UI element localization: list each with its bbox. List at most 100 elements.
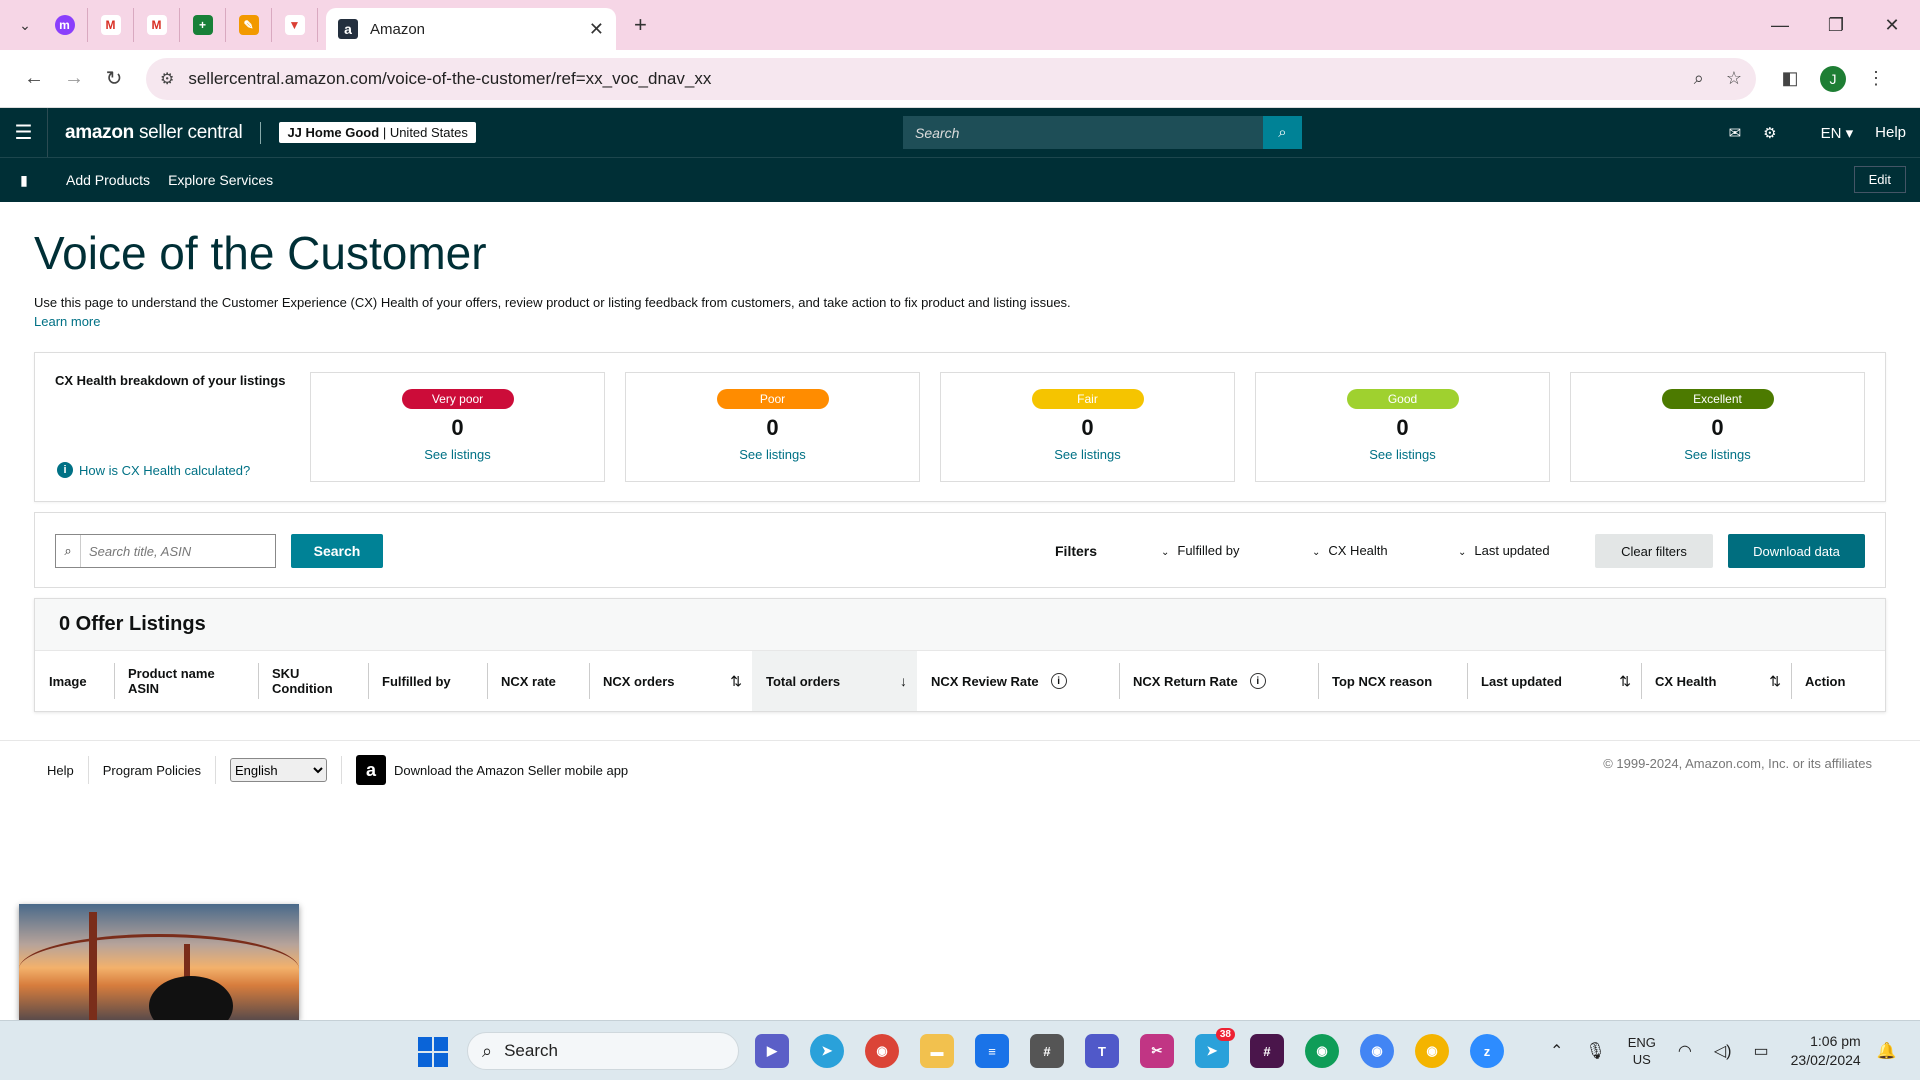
- bookmark-icon[interactable]: ▮: [0, 172, 48, 189]
- system-tray: ⌃ 🎙 ENG US ◠ ◁) ▭ 1:06 pm 23/02/2024 🔔: [1550, 1021, 1919, 1080]
- mail-icon[interactable]: ✉: [1729, 124, 1742, 142]
- meet-app-icon[interactable]: ▶: [755, 1034, 789, 1068]
- see-listings-very-poor[interactable]: See listings: [311, 447, 604, 462]
- side-panel-icon[interactable]: ◧: [1770, 68, 1810, 89]
- notepad-icon[interactable]: ≡: [975, 1034, 1009, 1068]
- menu-kebab-icon[interactable]: ⋮: [1856, 68, 1896, 89]
- gmail-icon: M: [100, 15, 121, 35]
- taskbar-apps: ▶ ➤ ◉ ▬ ≡ # T ✂ ➤ 38 # ◉ ◉ ◉ z: [755, 1028, 1525, 1068]
- filter-fulfilled-by[interactable]: ⌄ Fulfilled by: [1161, 543, 1240, 558]
- seller-central-logo[interactable]: amazon seller central: [65, 121, 243, 144]
- pinned-tab-todoist[interactable]: ▼: [272, 8, 318, 42]
- wifi-icon[interactable]: ◠: [1678, 1041, 1692, 1061]
- help-link[interactable]: Help: [1875, 124, 1906, 141]
- filter-last-updated[interactable]: ⌄ Last updated: [1458, 543, 1550, 558]
- pinned-tab-sheets[interactable]: +: [180, 8, 226, 42]
- filter-cx-health[interactable]: ⌄ CX Health: [1312, 543, 1388, 558]
- chevron-up-icon[interactable]: ⌃: [1550, 1041, 1563, 1061]
- volume-icon[interactable]: ◁): [1714, 1041, 1732, 1061]
- listing-search-input[interactable]: [81, 535, 275, 567]
- store-selector[interactable]: JJ Home Good | United States: [279, 122, 476, 143]
- settings-gear-icon[interactable]: ⚙: [1763, 124, 1776, 142]
- header-search-input[interactable]: [903, 116, 1263, 149]
- col-image-label: Image: [49, 673, 87, 689]
- pinned-tab-gmail[interactable]: M: [88, 8, 134, 42]
- zoom-icon[interactable]: ⌕: [1694, 68, 1704, 89]
- cx-health-calc-link[interactable]: i How is CX Health calculated?: [57, 462, 250, 478]
- lang-line1: ENG: [1627, 1035, 1656, 1050]
- footer-language-select[interactable]: English: [230, 758, 328, 782]
- learn-more-link[interactable]: Learn more: [34, 314, 100, 329]
- header-search-button[interactable]: ⌕: [1263, 116, 1302, 149]
- see-listings-excellent[interactable]: See listings: [1571, 447, 1864, 462]
- windows-start-icon[interactable]: [418, 1037, 448, 1067]
- nav-add-products[interactable]: Add Products: [66, 172, 150, 188]
- restore-icon[interactable]: ❐: [1808, 15, 1864, 36]
- calculator-icon[interactable]: #: [1030, 1034, 1064, 1068]
- profile-avatar[interactable]: J: [1820, 65, 1846, 92]
- sort-desc-icon[interactable]: ↓: [900, 673, 907, 689]
- bookmark-star-icon[interactable]: ☆: [1726, 68, 1742, 89]
- close-tab-icon[interactable]: ✕: [589, 19, 604, 40]
- close-window-icon[interactable]: ✕: [1864, 15, 1920, 36]
- edit-nav-button[interactable]: Edit: [1853, 166, 1906, 193]
- page-title: Voice of the Customer: [34, 227, 487, 279]
- chrome-icon[interactable]: ◉: [1360, 1034, 1394, 1068]
- back-icon[interactable]: ←: [14, 59, 54, 99]
- teams-icon[interactable]: T: [1085, 1034, 1119, 1068]
- chrome-icon[interactable]: ◉: [865, 1034, 899, 1068]
- pinned-tab-app[interactable]: ✎: [226, 8, 272, 42]
- telegram-icon[interactable]: ➤ 38: [1195, 1028, 1235, 1068]
- logo-sub: seller central: [138, 121, 243, 143]
- chrome-icon[interactable]: ◉: [1305, 1034, 1339, 1068]
- pinned-tab-messenger[interactable]: m: [42, 8, 88, 42]
- mobile-app-link[interactable]: Download the Amazon Seller mobile app: [394, 763, 628, 778]
- new-tab-icon[interactable]: +: [634, 12, 647, 38]
- col-top-ncx-reason: Top NCX reason: [1318, 651, 1467, 711]
- video-thumbnail[interactable]: [19, 904, 299, 1020]
- snipping-tool-icon[interactable]: ✂: [1140, 1034, 1174, 1068]
- microphone-icon[interactable]: 🎙: [1585, 1041, 1605, 1061]
- url-box[interactable]: ⚙ sellercentral.amazon.com/voice-of-the-…: [146, 57, 1756, 100]
- taskbar-search[interactable]: ⌕ Search: [467, 1032, 739, 1070]
- telegram-icon[interactable]: ➤: [810, 1034, 844, 1068]
- site-info-icon[interactable]: ⚙: [160, 69, 174, 89]
- col-ncx-orders[interactable]: NCX orders ⇅: [589, 651, 752, 711]
- minimize-icon[interactable]: —: [1752, 15, 1808, 36]
- tab-search-dropdown-icon[interactable]: ⌄: [8, 8, 42, 42]
- bridge-tower: [89, 912, 97, 1020]
- input-language[interactable]: ENG US: [1628, 1034, 1656, 1068]
- see-listings-good[interactable]: See listings: [1256, 447, 1549, 462]
- tab-title: Amazon: [370, 20, 426, 38]
- search-button[interactable]: Search: [291, 534, 383, 568]
- sort-icon[interactable]: ⇅: [1769, 673, 1781, 690]
- clock[interactable]: 1:06 pm 23/02/2024: [1791, 1032, 1861, 1070]
- language-selector[interactable]: EN ▾: [1799, 124, 1854, 142]
- download-data-button[interactable]: Download data: [1728, 534, 1865, 568]
- zoom-icon[interactable]: z: [1470, 1034, 1504, 1068]
- hamburger-menu-icon[interactable]: ☰: [0, 108, 48, 157]
- clear-filters-button[interactable]: Clear filters: [1595, 534, 1713, 568]
- col-total-orders[interactable]: Total orders ↓: [752, 651, 917, 711]
- see-listings-poor[interactable]: See listings: [626, 447, 919, 462]
- notification-bell-icon[interactable]: 🔔: [1877, 1041, 1897, 1061]
- slack-icon[interactable]: #: [1250, 1034, 1284, 1068]
- see-listings-fair[interactable]: See listings: [941, 447, 1234, 462]
- battery-icon[interactable]: ▭: [1754, 1041, 1769, 1061]
- file-explorer-icon[interactable]: ▬: [920, 1034, 954, 1068]
- forward-icon[interactable]: →: [54, 59, 94, 99]
- footer-program-policies-link[interactable]: Program Policies: [103, 763, 201, 778]
- info-icon[interactable]: i: [1249, 673, 1266, 689]
- chrome-icon[interactable]: ◉: [1415, 1034, 1449, 1068]
- pinned-tab-gmail-2[interactable]: M: [134, 8, 180, 42]
- active-tab[interactable]: a Amazon ✕: [326, 8, 616, 50]
- col-last-updated[interactable]: Last updated ⇅: [1467, 651, 1641, 711]
- footer-help-link[interactable]: Help: [47, 763, 74, 778]
- reload-icon[interactable]: ↻: [94, 59, 134, 99]
- sort-icon[interactable]: ⇅: [730, 673, 742, 690]
- url-text[interactable]: sellercentral.amazon.com/voice-of-the-cu…: [188, 69, 1671, 89]
- nav-explore-services[interactable]: Explore Services: [168, 172, 273, 188]
- col-cx-health[interactable]: CX Health ⇅: [1641, 651, 1791, 711]
- sort-icon[interactable]: ⇅: [1619, 673, 1631, 690]
- info-icon[interactable]: i: [1050, 673, 1067, 689]
